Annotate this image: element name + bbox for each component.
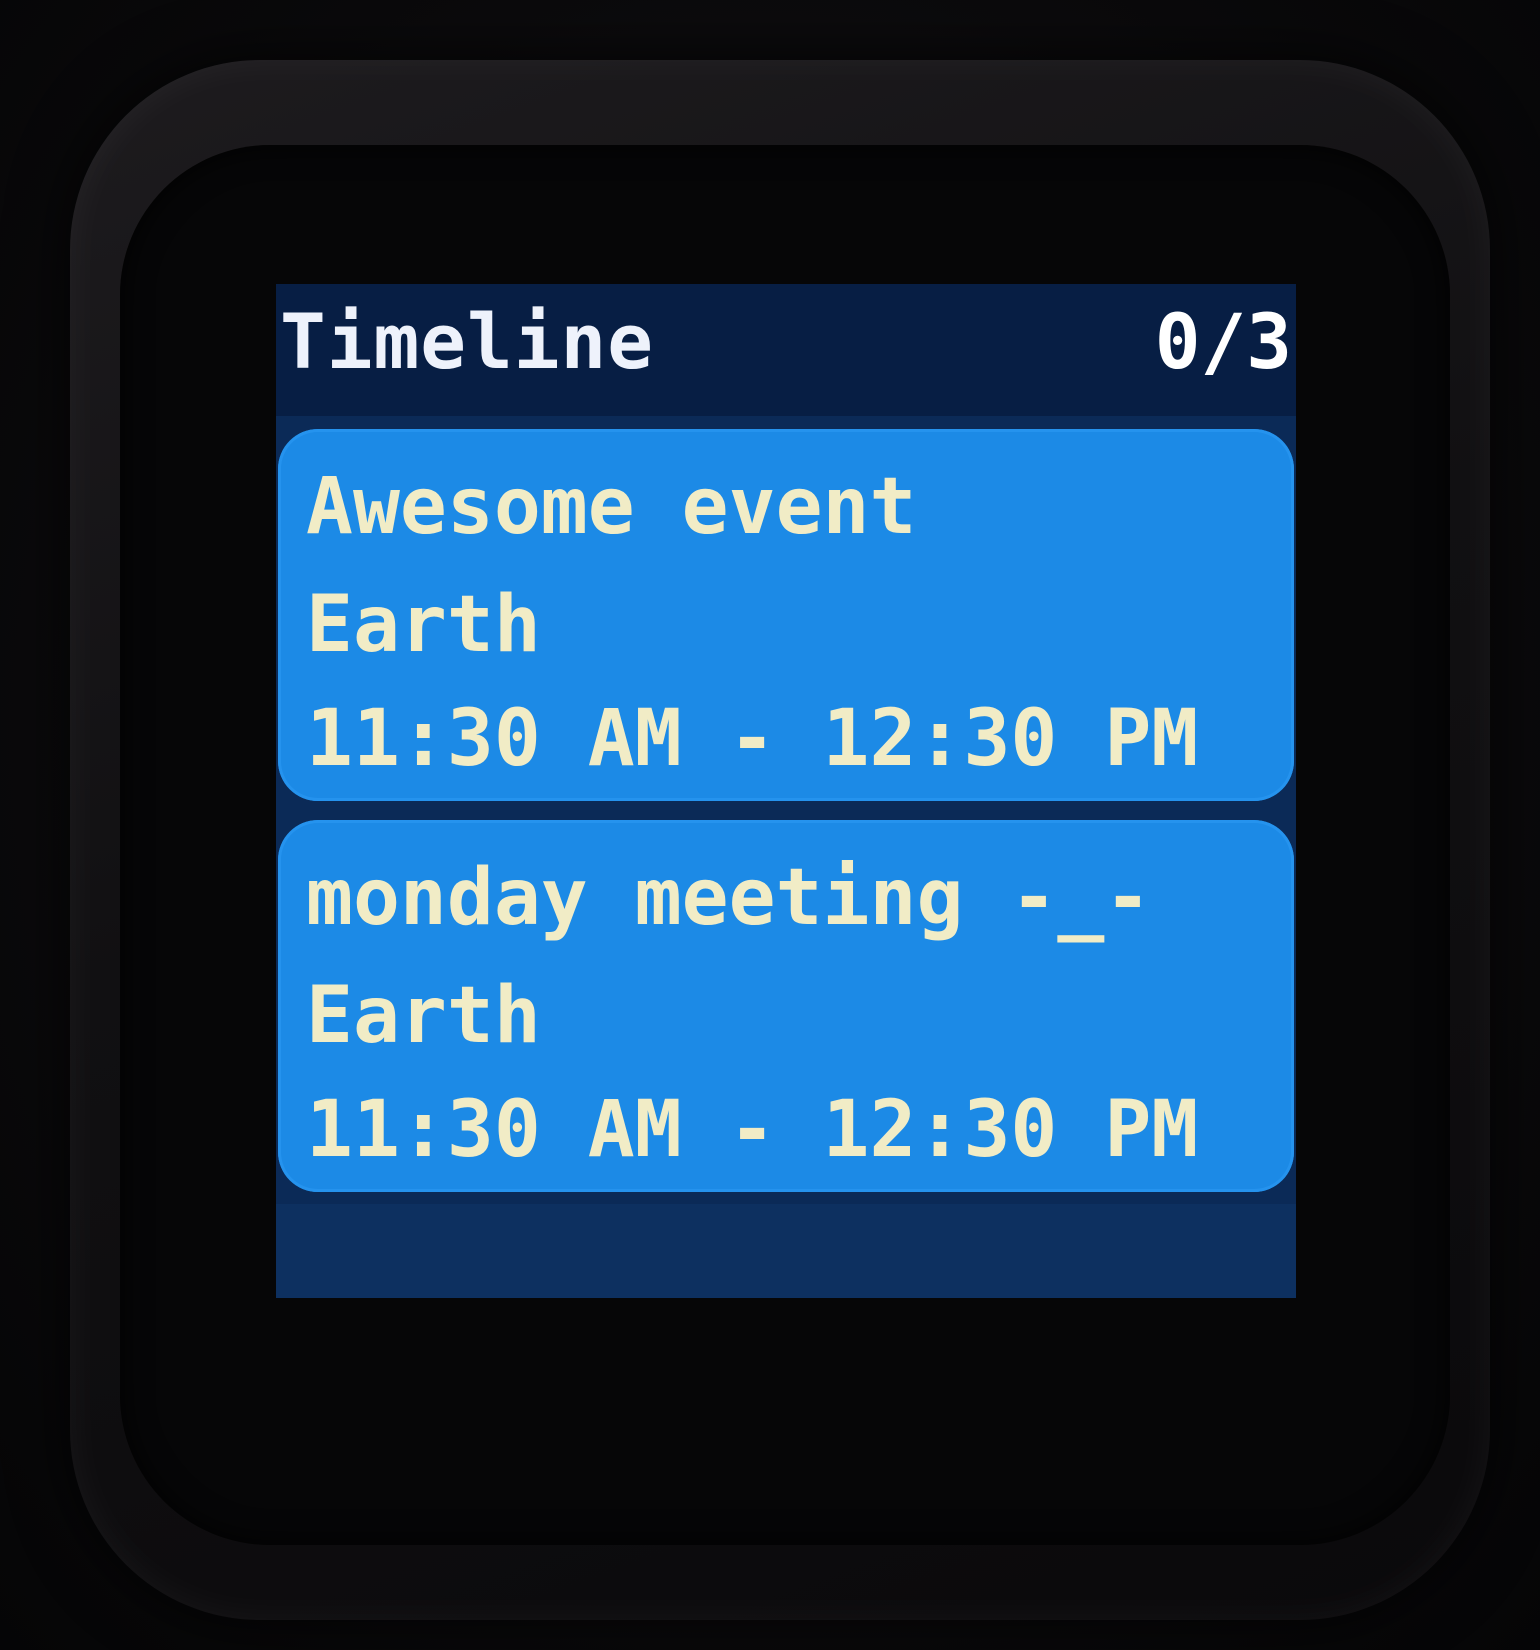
event-counter: 0/3	[1154, 297, 1292, 386]
photo-background: Timeline 0/3 Awesome event Earth 11:30 A…	[0, 0, 1540, 1650]
watch-screen: Timeline 0/3 Awesome event Earth 11:30 A…	[276, 284, 1296, 1298]
event-time: 11:30 AM - 12:30 PM	[306, 694, 1199, 784]
empty-list-area	[276, 1204, 1296, 1298]
event-title: monday meeting -_-	[306, 853, 1152, 943]
event-location: Earth	[306, 971, 541, 1061]
timeline-header: Timeline 0/3	[276, 284, 1296, 416]
event-card[interactable]: monday meeting -_- Earth 11:30 AM - 12:3…	[278, 820, 1294, 1192]
event-card[interactable]: Awesome event Earth 11:30 AM - 12:30 PM	[278, 429, 1294, 801]
event-time: 11:30 AM - 12:30 PM	[306, 1085, 1199, 1175]
page-title: Timeline	[280, 297, 655, 386]
event-title: Awesome event	[306, 462, 917, 552]
event-location: Earth	[306, 580, 541, 670]
